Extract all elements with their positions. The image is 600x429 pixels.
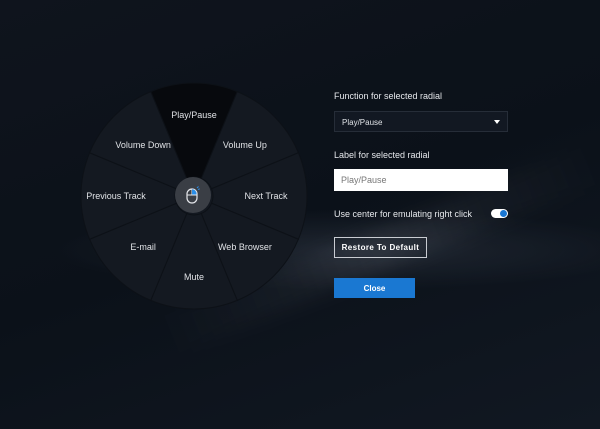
restore-default-button[interactable]: Restore To Default — [334, 237, 427, 258]
radial-segment-label: Play/Pause — [171, 110, 217, 120]
function-select-value: Play/Pause — [342, 118, 383, 127]
toggle-label: Use center for emulating right click — [334, 209, 473, 219]
label-heading: Label for selected radial — [334, 150, 430, 160]
radial-segment-label: Previous Track — [86, 191, 146, 201]
radial-segment-label: Volume Down — [115, 140, 171, 151]
radial-segment-label: E-mail — [130, 241, 156, 252]
radial-segment-label: Volume Up — [222, 140, 267, 151]
mouse-icon — [186, 186, 200, 204]
radial-segment-label: Mute — [183, 272, 205, 282]
label-input[interactable] — [334, 169, 508, 191]
chevron-down-icon — [494, 120, 500, 124]
right-click-toggle[interactable] — [491, 209, 508, 218]
close-button[interactable]: Close — [334, 278, 415, 298]
function-heading: Function for selected radial — [334, 91, 443, 101]
radial-segment-label: Web Browser — [217, 241, 272, 252]
function-select[interactable]: Play/Pause — [334, 111, 508, 132]
radial-segment-label: Next Track — [244, 191, 288, 201]
radial-center-button[interactable] — [175, 177, 211, 213]
